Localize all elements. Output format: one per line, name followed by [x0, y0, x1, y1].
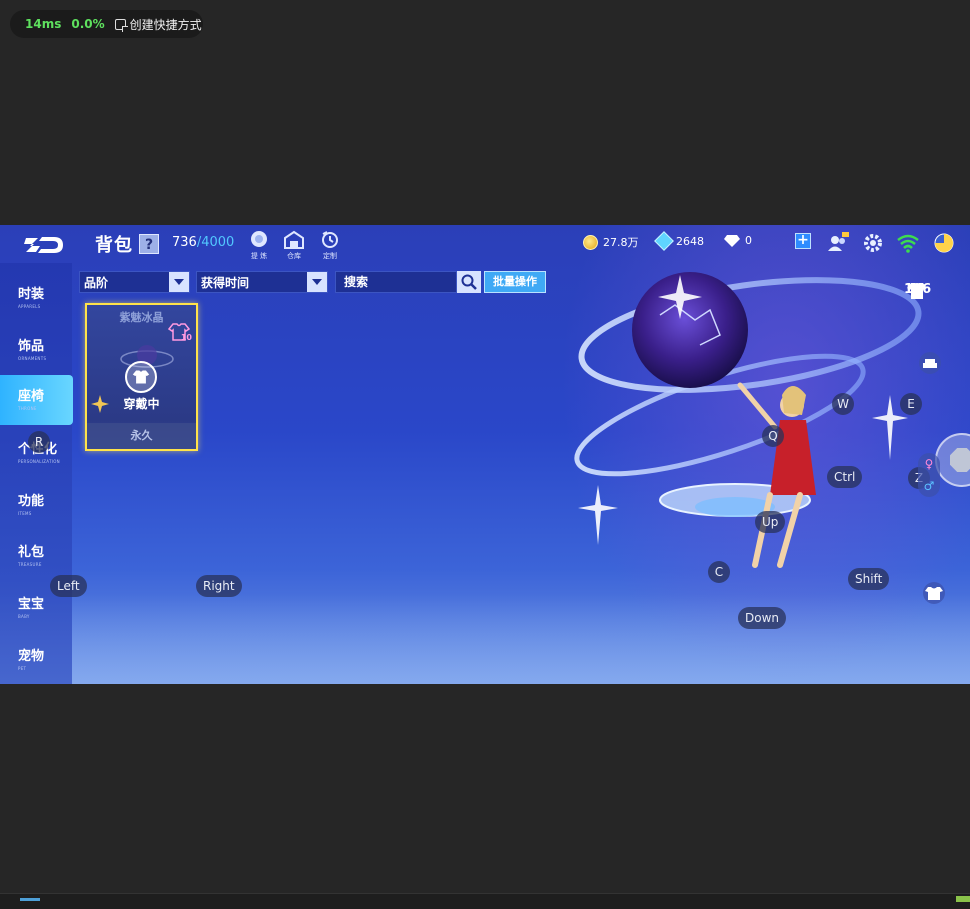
game-viewport[interactable]: 背包 ? 736/4000 提 炼 仓库 定制 27.8万 2648 0 + 时… [0, 225, 970, 684]
sidebar-item-label: 座椅 [18, 389, 45, 404]
game-logo[interactable] [24, 234, 64, 256]
batch-operation-button[interactable]: 批量操作 [484, 271, 546, 293]
sidebar-item-items[interactable]: 功能 ITEMS [0, 480, 72, 530]
sidebar-item-label: 时装 [18, 287, 45, 302]
page-title: 背包 [95, 235, 133, 256]
male-icon: ♂ [923, 479, 935, 493]
sidebar-item-ornaments[interactable]: 饰品 ORNAMENTS [0, 325, 72, 375]
taskbar-item[interactable] [20, 898, 40, 901]
sidebar-item-sub: APPARELS [18, 304, 41, 309]
key-hint-left[interactable]: Left [50, 575, 87, 597]
battery-pie-icon [934, 233, 954, 253]
capacity-used: 736 [172, 235, 197, 250]
sidebar-item-sub: PERSONALIZATION [18, 459, 60, 464]
sidebar-item-label: 宠物 [18, 649, 45, 664]
wifi-signal-icon [897, 234, 919, 253]
search-icon [461, 274, 477, 290]
constellation-orb [632, 272, 748, 388]
sidebar-item-label: 饰品 [18, 339, 45, 354]
diamond-currency[interactable]: 0 [724, 234, 752, 247]
female-icon: ♀ [924, 457, 934, 471]
sidebar-item-label: 功能 [18, 494, 45, 509]
key-hint-shift[interactable]: Shift [848, 568, 890, 590]
sidebar-item-sub: PET [18, 666, 27, 671]
sidebar-item-label: 礼包 [18, 545, 45, 560]
diamond-icon [724, 234, 740, 247]
refine-label: 提 炼 [250, 252, 268, 260]
taskbar-item[interactable] [956, 896, 970, 902]
sidebar-item-sub: THRONE [18, 406, 37, 411]
equipped-status: 穿戴中 [123, 397, 160, 411]
crystal-icon [654, 231, 674, 251]
create-shortcut-button[interactable]: 创建快捷方式 [114, 16, 202, 33]
gender-toggle[interactable]: ♀ ♂ [918, 453, 940, 497]
bottom-taskbar [0, 893, 970, 909]
sidebar-item-sub: ORNAMENTS [18, 356, 47, 361]
outfit-count: 126 [904, 282, 932, 297]
capacity-max: /4000 [196, 235, 235, 250]
key-hint-q[interactable]: Q [762, 425, 784, 447]
shortcut-icon [114, 18, 128, 32]
sidebar-item-sub: BABY [18, 614, 30, 619]
key-hint-e[interactable]: E [900, 393, 922, 415]
inventory-item-card[interactable]: 紫魅冰晶 10 穿戴中 永久 [85, 303, 198, 451]
gold-amount: 27.8万 [603, 236, 639, 249]
recharge-button[interactable]: + [795, 233, 811, 249]
search-button[interactable] [457, 271, 481, 293]
character-arm [737, 382, 778, 430]
gold-coin-icon [583, 234, 598, 250]
chevron-down-icon [169, 272, 189, 292]
key-hint-c[interactable]: C [708, 561, 730, 583]
wardrobe-shirt-icon[interactable] [922, 581, 946, 605]
latency-readout: 14ms [25, 17, 62, 31]
quality-filter-label: 品阶 [84, 275, 109, 290]
equipped-shirt-icon [125, 361, 157, 393]
item-duration: 永久 [87, 423, 196, 449]
key-hint-ctrl[interactable]: Ctrl [827, 466, 863, 488]
custom-label: 定制 [323, 252, 337, 260]
refine-button[interactable]: 提 炼 [246, 230, 272, 261]
key-hint-up[interactable]: Up [755, 511, 786, 533]
crystal-currency[interactable]: 2648 [654, 231, 704, 251]
refine-icon [251, 231, 267, 247]
time-filter-dropdown[interactable]: 获得时间 [196, 271, 328, 293]
item-badge-count: 10 [180, 333, 192, 342]
help-button[interactable]: ? [139, 234, 159, 254]
key-hint-right[interactable]: Right [196, 575, 242, 597]
sofa-interaction-icon[interactable] [918, 351, 942, 375]
crystal-amount: 2648 [676, 234, 704, 248]
sidebar-item-sub: TREASURE [18, 562, 42, 567]
character-scene[interactable] [570, 245, 960, 665]
friends-icon[interactable] [827, 232, 849, 254]
sidebar-item-sub: ITEMS [18, 511, 32, 516]
loss-readout: 0.0% [71, 17, 105, 31]
diamond-amount: 0 [745, 234, 752, 247]
sidebar-item-apparels[interactable]: 时装 APPARELS [0, 273, 72, 323]
star-sparkle-left [578, 485, 618, 545]
settings-gear-icon[interactable] [862, 232, 884, 254]
warehouse-label: 仓库 [287, 252, 301, 260]
create-shortcut-label: 创建快捷方式 [129, 17, 202, 32]
key-hint-r[interactable]: R [28, 431, 50, 453]
quality-filter-dropdown[interactable]: 品阶 [79, 271, 190, 293]
search-input[interactable] [335, 271, 457, 293]
sidebar-item-pet[interactable]: 宠物 PET [0, 635, 72, 684]
capacity-readout: 736/4000 [172, 235, 234, 250]
category-sidebar: 时装 APPARELS 饰品 ORNAMENTS 座椅 THRONE 个性化 P… [0, 263, 73, 684]
gold-currency[interactable]: 27.8万 [583, 234, 639, 250]
custom-icon [322, 231, 338, 248]
sidebar-item-throne[interactable]: 座椅 THRONE [0, 375, 73, 425]
chevron-down-icon [307, 272, 327, 292]
custom-button[interactable]: 定制 [317, 230, 343, 261]
sidebar-item-treasure[interactable]: 礼包 TREASURE [0, 531, 72, 581]
time-filter-label: 获得时间 [201, 275, 250, 290]
key-hint-w[interactable]: W [832, 393, 854, 415]
top-bar: 背包 ? 736/4000 提 炼 仓库 定制 27.8万 2648 0 + [0, 225, 970, 263]
warehouse-button[interactable]: 仓库 [281, 230, 307, 261]
orbit-ring [578, 277, 922, 393]
warehouse-icon [284, 230, 304, 249]
character-hair [782, 386, 806, 415]
performance-pill: 14ms 0.0% 创建快捷方式 [10, 10, 203, 38]
key-hint-down[interactable]: Down [738, 607, 787, 629]
